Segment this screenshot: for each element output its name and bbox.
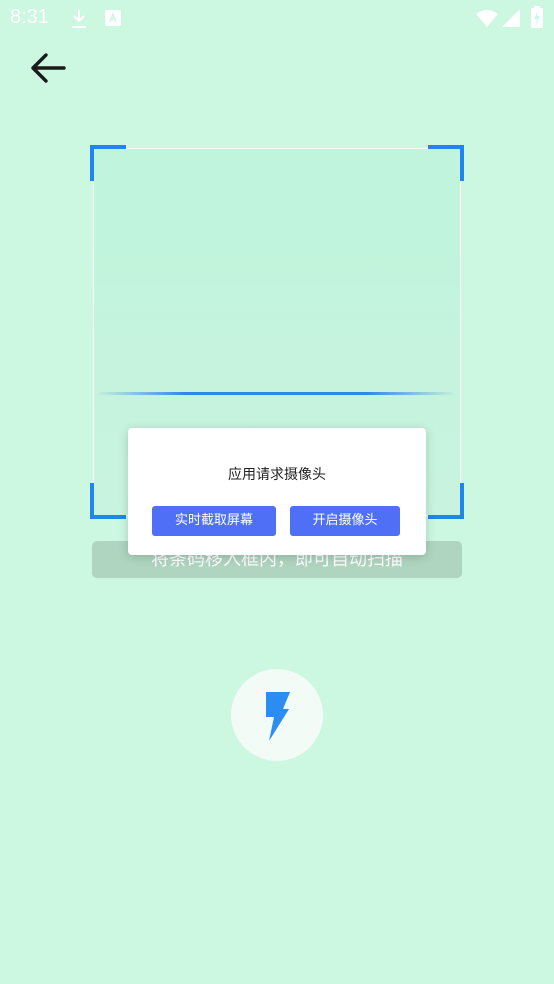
dialog-title: 应用请求摄像头 — [228, 467, 326, 483]
status-bar: 8:31 — [0, 0, 554, 38]
open-camera-button[interactable]: 开启摄像头 — [290, 506, 400, 536]
camera-permission-dialog: 应用请求摄像头 实时截取屏幕 开启摄像头 — [128, 428, 426, 555]
battery-icon — [531, 6, 543, 28]
back-arrow-icon[interactable] — [26, 48, 70, 88]
download-icon — [72, 10, 86, 28]
screen-capture-button[interactable]: 实时截取屏幕 — [152, 506, 276, 536]
signal-icon — [502, 9, 520, 27]
a-badge-icon — [105, 10, 121, 26]
corner-top-left — [90, 145, 126, 181]
corner-top-right — [428, 145, 464, 181]
flashlight-button[interactable] — [231, 669, 323, 761]
scan-line — [96, 392, 456, 395]
status-time: 8:31 — [10, 6, 49, 28]
lightning-icon — [266, 692, 290, 741]
wifi-icon — [476, 10, 498, 27]
corner-bottom-right — [428, 483, 464, 519]
corner-bottom-left — [90, 483, 126, 519]
